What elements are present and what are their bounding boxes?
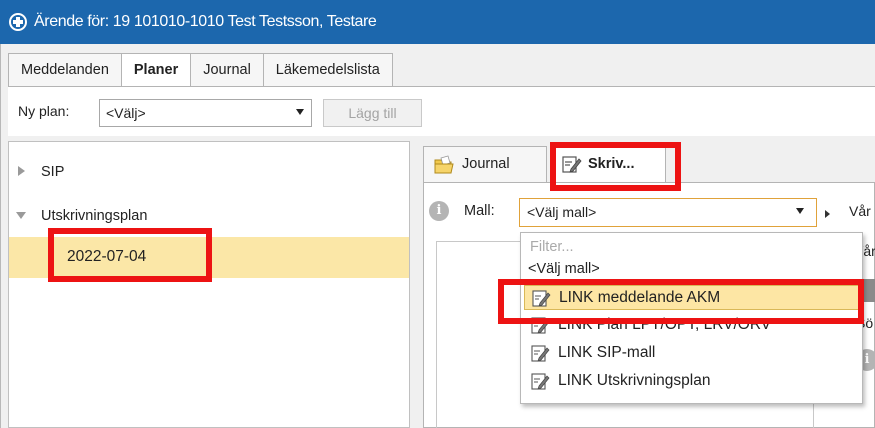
edit-document-icon (530, 344, 550, 369)
expand-arrow-icon[interactable] (18, 166, 25, 176)
tab-journal-doc[interactable]: Journal (423, 146, 547, 182)
plan-tree: SIP Utskrivningsplan 2022-07-04 (8, 141, 410, 428)
app-cross-icon (9, 13, 27, 31)
tree-item-label: Utskrivningsplan (41, 208, 148, 224)
ny-plan-select[interactable]: <Välj> (99, 99, 312, 127)
chevron-down-icon (296, 109, 304, 115)
filter-input[interactable]: Filter... (530, 239, 574, 255)
side-text: Vår (849, 203, 871, 219)
add-plan-button[interactable]: Lägg till (323, 99, 422, 127)
tab-lakemedelslista[interactable]: Läkemedelslista (262, 53, 393, 86)
expand-arrow-icon[interactable] (825, 210, 830, 218)
collapse-arrow-icon[interactable] (16, 212, 26, 219)
highlight-box-option (498, 279, 864, 324)
highlight-box-skriv-tab (550, 142, 681, 191)
option-label: LINK Utskrivningsplan (558, 372, 711, 389)
tree-item-sip[interactable]: SIP (9, 153, 409, 191)
tab-planer[interactable]: Planer (120, 53, 192, 87)
dropdown-option[interactable]: <Välj mall> (528, 261, 600, 277)
folder-icon (433, 154, 455, 180)
tree-item-label: SIP (41, 164, 65, 180)
window-titlebar: Ärende för: 19 101010-1010 Test Testsson… (0, 0, 875, 44)
option-label: LINK SIP-mall (558, 344, 656, 361)
window-title: Ärende för: 19 101010-1010 Test Testsson… (34, 13, 377, 30)
main-tabs: Meddelanden Planer Journal Läkemedelslis… (8, 53, 393, 87)
chevron-down-icon (796, 208, 804, 214)
ny-plan-label: Ny plan: (18, 103, 70, 119)
template-label: Mall: (464, 203, 495, 219)
dropdown-option-link-sip-mall[interactable]: LINK SIP-mall (524, 341, 860, 366)
tab-journal[interactable]: Journal (190, 53, 264, 86)
edit-document-icon (530, 372, 550, 397)
dropdown-option-link-utskrivningsplan[interactable]: LINK Utskrivningsplan (524, 369, 860, 394)
tab-meddelanden[interactable]: Meddelanden (8, 53, 122, 86)
tab-label: Journal (462, 156, 510, 172)
ny-plan-value: <Välj> (106, 105, 146, 121)
template-value: <Välj mall> (527, 204, 597, 220)
highlight-box-date (48, 228, 212, 282)
info-icon: i (429, 201, 449, 221)
plan-toolbar: Ny plan: <Välj> Lägg till (8, 86, 875, 136)
template-select[interactable]: <Välj mall> (519, 198, 817, 227)
